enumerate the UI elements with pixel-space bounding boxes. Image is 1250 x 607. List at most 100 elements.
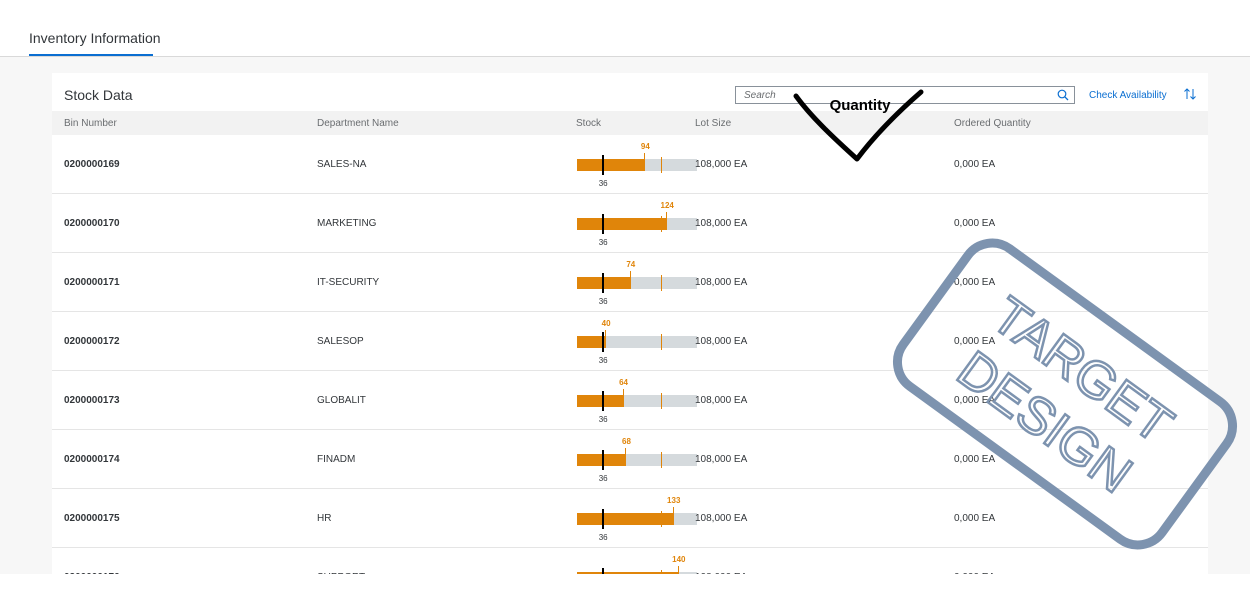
department-name: SALESOP — [317, 336, 364, 347]
bullet-value-label: 133 — [667, 496, 681, 505]
department-name: MARKETING — [317, 218, 377, 229]
bullet-value-bar — [577, 395, 624, 407]
bullet-threshold-marker — [660, 452, 662, 468]
ordered-quantity: 0,000 EA — [954, 513, 996, 524]
lot-size: 108,000 EA — [695, 159, 748, 170]
bullet-value-label: 68 — [622, 437, 631, 446]
table-body: 0200000169 SALES-NA 94 36 108,000 EA 0,000 EA… — [52, 135, 1208, 574]
lot-size: 108,000 EA — [695, 336, 748, 347]
panel-title: Stock Data — [64, 87, 133, 103]
department-name: SUPPORT — [317, 572, 365, 574]
bin-number: 0200000173 — [64, 395, 120, 406]
bullet-value-marker — [622, 389, 624, 395]
lot-size: 108,000 EA — [695, 277, 748, 288]
bullet-target-label: 36 — [598, 415, 608, 424]
ordered-quantity: 0,000 EA — [954, 572, 995, 574]
bullet-threshold-marker — [660, 216, 662, 232]
table-row[interactable]: 0200000171 IT-SECURITY 74 36 108,000 EA 0,000… — [52, 253, 1208, 312]
bullet-threshold-marker — [660, 393, 662, 409]
stock-data-panel: Stock Data Check Availability Bin Number… — [52, 73, 1208, 574]
search-input[interactable] — [736, 87, 1062, 103]
bullet-target-marker — [602, 568, 605, 574]
bullet-target-marker — [602, 273, 605, 293]
stock-bullet-chart: 64 36 — [577, 371, 702, 429]
lot-size: 108,000 EA — [695, 218, 748, 229]
table-row[interactable]: 0200000170 MARKETING 124 36 108,000 EA 0,000 … — [52, 194, 1208, 253]
ordered-quantity: 0,000 EA — [954, 277, 996, 288]
bin-number: 0200000172 — [64, 336, 120, 347]
bullet-value-bar — [577, 159, 646, 171]
bullet-threshold-marker — [660, 511, 662, 527]
column-header-ordered-quantity[interactable]: Ordered Quantity — [954, 118, 1031, 129]
table-row[interactable]: 0200000172 SALESOP 40 36 108,000 EA 0,000 EA — [52, 312, 1208, 371]
column-header-stock[interactable]: Stock — [576, 118, 601, 129]
bullet-value-marker — [629, 271, 631, 277]
table-row[interactable]: 0200000174 FINADM 68 36 108,000 EA 0,000 EA — [52, 430, 1208, 489]
department-name: FINADM — [317, 454, 356, 465]
ordered-quantity: 0,000 EA — [954, 336, 996, 347]
bullet-target-label: 36 — [598, 179, 608, 188]
department-name: SALES-NA — [317, 159, 367, 170]
bin-number: 0200000171 — [64, 277, 120, 288]
search-field[interactable] — [735, 86, 1075, 104]
column-header-department[interactable]: Department Name — [317, 118, 399, 129]
bullet-target-label: 36 — [598, 356, 608, 365]
bullet-value-bar — [577, 513, 674, 525]
column-header-lot-size[interactable]: Lot Size — [695, 118, 731, 129]
stock-bullet-chart: 40 36 — [577, 312, 702, 370]
bin-number: 0200000170 — [64, 218, 120, 229]
ordered-quantity: 0,000 EA — [954, 159, 996, 170]
bin-number: 0200000174 — [64, 454, 120, 465]
bin-number: 0200000175 — [64, 513, 120, 524]
bullet-value-label: 40 — [601, 319, 611, 328]
bullet-value-bar — [577, 218, 668, 230]
bullet-value-label: 64 — [619, 378, 628, 387]
bullet-value-label: 140 — [672, 555, 686, 564]
bullet-threshold-marker — [660, 157, 662, 173]
table-header: Bin Number Department Name Stock Lot Siz… — [52, 111, 1208, 136]
bullet-value-marker — [625, 448, 627, 454]
lot-size: 108,000 EA — [695, 454, 748, 465]
lot-size: 108,000 EA — [695, 513, 748, 524]
bullet-value-marker — [672, 507, 674, 513]
ordered-quantity: 0,000 EA — [954, 218, 996, 229]
stock-bullet-chart: 94 36 — [577, 135, 702, 193]
stock-bullet-chart: 74 36 — [577, 253, 702, 311]
tab-bar: Inventory Information — [0, 16, 1250, 57]
bin-number: 0200000176 — [64, 572, 120, 574]
search-icon[interactable] — [1057, 89, 1069, 101]
bullet-value-bar — [577, 572, 679, 574]
stock-bullet-chart: 14036 — [577, 548, 702, 574]
bullet-target-marker — [602, 450, 605, 470]
bullet-target-label: 36 — [598, 474, 608, 483]
bullet-value-marker — [605, 330, 607, 336]
stock-bullet-chart: 124 36 — [577, 194, 702, 252]
sort-icon[interactable] — [1183, 87, 1197, 101]
ordered-quantity: 0,000 EA — [954, 454, 996, 465]
table-row[interactable]: 0200000176 SUPPORT 14036108,000 EA 0,000 EA — [52, 548, 1208, 574]
department-name: HR — [317, 513, 332, 524]
bullet-value-label: 74 — [626, 260, 636, 269]
bullet-target-label: 36 — [598, 533, 608, 542]
tab-inventory-information[interactable]: Inventory Information — [29, 30, 161, 46]
bullet-value-label: 124 — [660, 201, 674, 210]
lot-size: 108,000 EA — [695, 395, 748, 406]
bullet-target-marker — [602, 332, 605, 352]
bullet-target-marker — [602, 509, 605, 529]
bullet-value-marker — [666, 212, 668, 218]
table-row[interactable]: 0200000173 GLOBALIT 64 36 108,000 EA 0,000 EA — [52, 371, 1208, 430]
lot-size: 108,000 EA — [695, 572, 747, 574]
bullet-target-label: 36 — [598, 238, 608, 247]
ordered-quantity: 0,000 EA — [954, 395, 996, 406]
column-header-bin[interactable]: Bin Number — [64, 118, 117, 129]
bullet-threshold-marker — [660, 275, 662, 291]
bullet-threshold-marker — [660, 570, 662, 574]
table-row[interactable]: 0200000169 SALES-NA 94 36 108,000 EA 0,000 EA — [52, 135, 1208, 194]
bullet-target-marker — [602, 391, 605, 411]
bullet-target-label: 36 — [598, 297, 608, 306]
table-row[interactable]: 0200000175 HR 133 36 108,000 EA 0,000 EA — [52, 489, 1208, 548]
department-name: GLOBALIT — [317, 395, 366, 406]
bullet-target-marker — [602, 155, 605, 175]
check-availability-link[interactable]: Check Availability — [1089, 90, 1167, 101]
bullet-value-label: 94 — [640, 142, 650, 151]
